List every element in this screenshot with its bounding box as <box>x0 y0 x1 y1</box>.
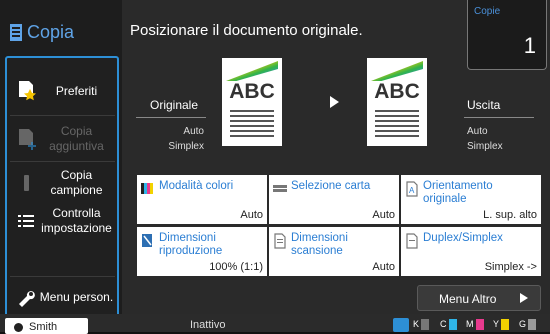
favorite-document-icon <box>16 79 38 103</box>
sidebar-item-copia-campione[interactable]: Copia campione <box>10 165 115 201</box>
ink-level-bar <box>475 319 484 331</box>
button-value: Auto <box>372 261 395 273</box>
ink-label: Y <box>493 319 500 329</box>
color-mode-icon <box>141 181 155 195</box>
copies-box[interactable]: Copie 1 <box>467 0 547 70</box>
more-menu-label: Menu Altro <box>439 292 497 306</box>
button-label: Orientamento originale <box>423 180 493 205</box>
app-title: Copia <box>10 17 74 47</box>
sidebar-item-label: Controlla impostazione <box>41 206 112 235</box>
reproduction-size-icon <box>141 233 155 247</box>
color-mode-button[interactable]: Modalità colori Auto <box>137 175 267 224</box>
svg-text:A: A <box>409 186 415 195</box>
sidebar-divider <box>10 276 115 277</box>
output-size: Auto <box>467 126 488 137</box>
list-icon <box>16 209 38 233</box>
status-text: Inattivo <box>190 319 226 331</box>
duplex-simplex-button[interactable]: Duplex/Simplex Simplex -> <box>401 227 541 276</box>
original-document-text: ABC <box>229 80 275 103</box>
original-label: Originale <box>150 98 199 112</box>
button-label: Selezione carta <box>291 180 371 192</box>
sidebar-item-label: Copia campione <box>50 168 103 197</box>
original-divider <box>136 117 206 118</box>
scan-size-button[interactable]: Dimensioni scansione Auto <box>269 227 399 276</box>
original-values: Auto Simplex <box>156 124 204 154</box>
output-document-preview: ABC <box>367 58 427 146</box>
original-size: Auto <box>183 126 204 137</box>
ink-label: C <box>440 319 447 329</box>
copies-label: Copie <box>474 6 501 17</box>
copy-app-icon <box>10 23 22 41</box>
ink-label: G <box>519 319 527 329</box>
sidebar-item-copia-aggiuntiva: Copia aggiuntiva <box>10 120 115 158</box>
original-document-preview: ABC <box>222 58 282 146</box>
sidebar: Copia Preferiti Copia aggiuntiva Copia c… <box>0 0 122 332</box>
button-value: L. sup. alto <box>483 209 537 221</box>
output-document-text: ABC <box>374 80 420 103</box>
sidebar-item-label: Copia aggiuntiva <box>49 124 104 153</box>
copies-value: 1 <box>523 33 536 58</box>
ink-g: G <box>519 319 537 331</box>
original-sides: Simplex <box>168 141 204 152</box>
sidebar-item-controlla-impostazione[interactable]: Controlla impostazione <box>10 203 115 239</box>
sidebar-divider <box>10 115 115 116</box>
ink-level-bar <box>421 319 430 331</box>
paper-selection-button[interactable]: Selezione carta Auto <box>269 175 399 224</box>
ink-m: M <box>466 319 484 331</box>
copy-add-icon <box>16 127 38 151</box>
wrench-icon <box>16 285 38 309</box>
sidebar-divider <box>10 161 115 162</box>
arrow-right-icon <box>520 293 528 303</box>
sample-copy-icon <box>16 171 38 195</box>
button-label: Dimensioni scansione <box>291 232 348 257</box>
shortcut-panel: Preferiti Copia aggiuntiva Copia campion… <box>5 56 119 318</box>
button-value: Simplex -> <box>484 261 537 273</box>
sidebar-item-menu-person[interactable]: Menu person. <box>10 279 115 315</box>
ink-c: C <box>440 319 457 331</box>
text-lines-icon <box>375 110 419 112</box>
button-value: 100% (1:1) <box>209 261 263 273</box>
button-value: Auto <box>240 209 263 221</box>
instruction-text: Posizionare il documento originale. <box>130 22 363 39</box>
ink-level-bar <box>528 319 537 331</box>
play-arrow-icon <box>330 96 339 108</box>
output-values: Auto Simplex <box>467 124 503 154</box>
text-lines-icon <box>230 110 274 112</box>
sidebar-item-label: Preferiti <box>55 83 98 98</box>
ink-label: M <box>466 319 474 329</box>
button-label: Modalità colori <box>159 180 234 192</box>
button-value: Auto <box>372 209 395 221</box>
color-image-icon <box>226 61 278 81</box>
status-bar: Smith Inattivo K C M Y G <box>0 314 550 334</box>
button-label: Dimensioni riproduzione <box>159 232 223 257</box>
user-name: Smith <box>29 321 58 333</box>
button-label: Duplex/Simplex <box>423 232 503 244</box>
sidebar-item-label: Menu person. <box>39 289 114 304</box>
ink-k: K <box>413 319 430 331</box>
main-panel: Posizionare il documento originale. Copi… <box>122 0 550 314</box>
sidebar-item-preferiti[interactable]: Preferiti <box>10 72 115 110</box>
output-label: Uscita <box>467 98 501 112</box>
paper-tray-icon <box>273 181 287 195</box>
ink-y: Y <box>493 319 510 331</box>
app-title-label: Copia <box>27 21 75 42</box>
ink-label: K <box>413 319 420 329</box>
orientation-icon: A <box>405 181 419 197</box>
more-menu-button[interactable]: Menu Altro <box>417 285 541 311</box>
original-orientation-button[interactable]: A Orientamento originale L. sup. alto <box>401 175 541 224</box>
scan-size-icon <box>273 233 287 249</box>
output-sides: Simplex <box>467 141 503 152</box>
output-divider <box>464 117 534 118</box>
ink-level-bar <box>501 319 510 331</box>
reproduction-size-button[interactable]: Dimensioni riproduzione 100% (1:1) <box>137 227 267 276</box>
ink-level-bar <box>448 319 457 331</box>
user-icon <box>14 323 23 332</box>
duplex-icon <box>405 233 419 249</box>
color-image-icon <box>371 61 423 81</box>
ink-status-icon[interactable] <box>393 318 409 332</box>
